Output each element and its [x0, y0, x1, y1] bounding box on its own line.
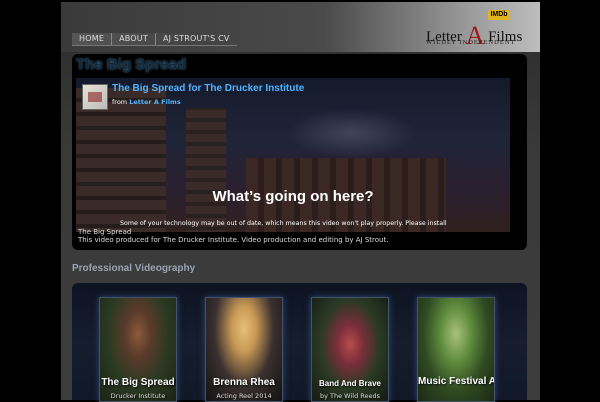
logo-wordmark: Letter A Films	[426, 21, 522, 51]
card-subtitle: Acting Reel 2014	[216, 392, 272, 400]
section-heading: Professional Videography	[72, 263, 196, 274]
video-frame-cloud	[286, 108, 416, 158]
imdb-badge[interactable]: IMDb	[488, 10, 510, 20]
nav-cv[interactable]: AJ STROUT'S CV	[156, 33, 237, 45]
site-logo[interactable]: IMDb Letter A Films WILDLY INDEPENDENT	[426, 8, 526, 50]
portfolio-card-big-spread[interactable]: The Big Spread Drucker Institute	[99, 297, 177, 402]
card-subtitle: Drucker Institute	[110, 392, 166, 400]
video-player[interactable]: The Big Spread for The Drucker Institute…	[76, 78, 510, 232]
card-title: The Big Spread	[101, 377, 175, 388]
byline-from: from	[112, 98, 128, 106]
nav-home[interactable]: HOME	[72, 33, 113, 45]
video-caption-title: The Big Spread	[78, 228, 132, 236]
video-info-bar: The Big Spread for The Drucker Institute…	[80, 82, 506, 112]
video-caption-description: This video produced for The Drucker Inst…	[78, 236, 389, 244]
channel-thumbnail[interactable]	[82, 84, 108, 110]
card-title: Band And Brave	[319, 379, 381, 388]
portfolio-card-brenna-rhea[interactable]: Brenna Rhea Acting Reel 2014	[205, 297, 283, 402]
card-title: Music Festival Artistic Video	[418, 376, 494, 387]
video-panel: The Big Spread The Big Spread for The Dr…	[72, 54, 527, 250]
video-frame-building	[186, 108, 226, 232]
video-byline: from Letter A Films	[112, 98, 181, 106]
header: HOME ABOUT AJ STROUT'S CV IMDb Letter A …	[61, 2, 540, 52]
card-subtitle: by The Wild Reeds	[319, 392, 381, 400]
card-title: Brenna Rhea	[213, 377, 275, 388]
plugin-notice-text: Some of your technology may be out of da…	[120, 220, 447, 227]
main-nav: HOME ABOUT AJ STROUT'S CV	[72, 33, 237, 46]
portfolio-card-music-festival[interactable]: Music Festival Artistic Video	[417, 297, 495, 402]
logo-tagline: WILDLY INDEPENDENT	[426, 39, 516, 46]
plugin-notice-heading: What’s going on here?	[212, 188, 374, 205]
video-title-link[interactable]: The Big Spread for The Drucker Institute	[112, 83, 304, 94]
page-container: HOME ABOUT AJ STROUT'S CV IMDb Letter A …	[61, 2, 540, 402]
video-heading: The Big Spread	[76, 56, 187, 73]
byline-channel-link[interactable]: Letter A Films	[129, 98, 180, 106]
portfolio-strip: The Big Spread Drucker Institute Brenna …	[72, 283, 527, 402]
portfolio-card-band-and-brave[interactable]: Band And Brave by The Wild Reeds	[311, 297, 389, 402]
nav-about[interactable]: ABOUT	[112, 33, 156, 45]
